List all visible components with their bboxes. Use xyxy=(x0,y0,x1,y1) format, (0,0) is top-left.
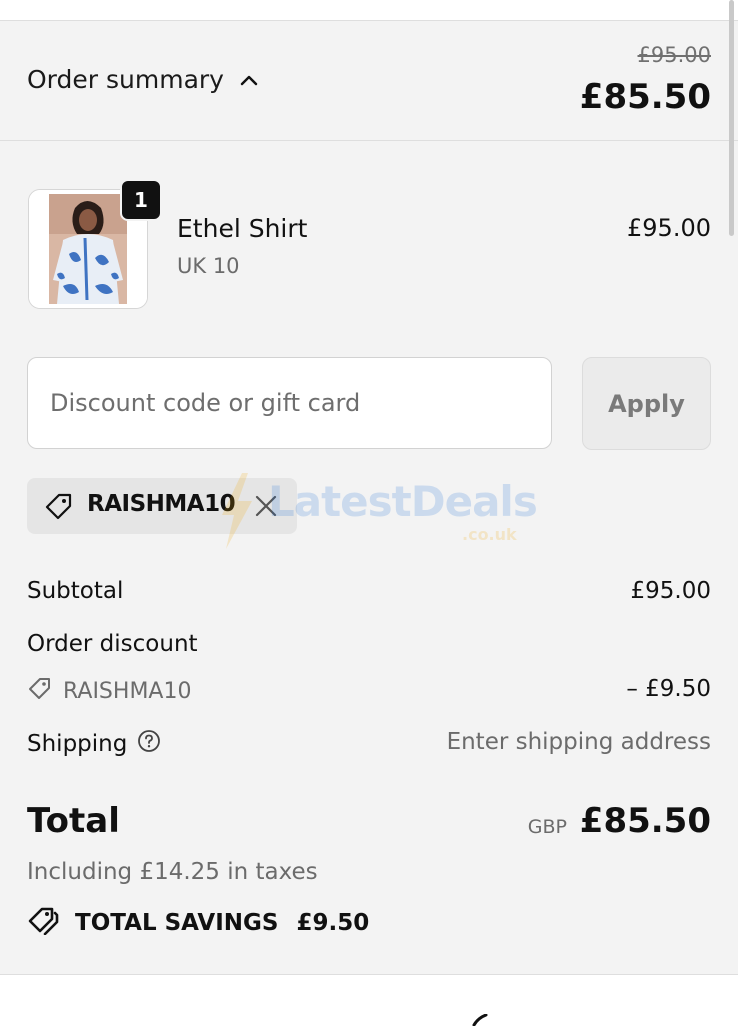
discount-code-input[interactable] xyxy=(27,357,552,449)
remove-discount-close-icon[interactable] xyxy=(253,493,279,519)
order-summary-panel: 1 Ethel Shirt UK 10 £95.00 Apply RAISHMA… xyxy=(0,141,738,975)
total-savings-label: TOTAL SAVINGS xyxy=(75,910,279,936)
tag-icon xyxy=(27,676,53,706)
quantity-badge: 1 xyxy=(120,179,162,221)
applied-discount-chip: RAISHMA10 xyxy=(27,478,297,534)
order-summary-header[interactable]: Order summary £95.00 £85.50 xyxy=(0,21,738,141)
apply-button[interactable]: Apply xyxy=(582,357,711,450)
original-total-price: £95.00 xyxy=(637,43,711,67)
checkout-content-below xyxy=(0,975,738,1027)
product-price: £95.00 xyxy=(627,214,711,242)
tags-icon xyxy=(27,905,61,941)
scrollbar[interactable] xyxy=(729,0,734,236)
discount-code-line: RAISHMA10 xyxy=(27,676,191,706)
subtotal-label: Subtotal xyxy=(27,578,124,604)
question-circle-icon[interactable] xyxy=(137,729,161,759)
taxes-note: Including £14.25 in taxes xyxy=(27,859,318,885)
total-label: Total xyxy=(27,801,120,841)
order-summary-toggle[interactable]: Order summary xyxy=(27,65,258,94)
watermark-brand: LatestDeals xyxy=(268,477,538,526)
total-savings-value: £9.50 xyxy=(296,910,370,936)
partial-logo-mark xyxy=(472,1011,488,1030)
page-top-strip xyxy=(0,0,738,21)
shipping-label-group: Shipping xyxy=(27,729,161,759)
total-value: £85.50 xyxy=(579,801,711,841)
tag-icon xyxy=(44,492,74,524)
discounted-total-price: £85.50 xyxy=(579,77,711,117)
product-name: Ethel Shirt xyxy=(177,214,308,243)
currency-code: GBP xyxy=(527,816,567,838)
shipping-label: Shipping xyxy=(27,731,128,757)
watermark-suffix: .co.uk xyxy=(462,525,517,544)
order-discount-label: Order discount xyxy=(27,631,198,657)
subtotal-value: £95.00 xyxy=(630,578,711,604)
discount-amount: – £9.50 xyxy=(626,676,711,702)
shipping-value: Enter shipping address xyxy=(446,729,711,755)
applied-discount-code: RAISHMA10 xyxy=(87,491,236,517)
order-summary-label: Order summary xyxy=(27,65,224,94)
discount-code-name: RAISHMA10 xyxy=(63,678,192,704)
chevron-up-icon xyxy=(240,74,258,86)
product-variant: UK 10 xyxy=(177,254,240,278)
total-savings: TOTAL SAVINGS £9.50 xyxy=(27,905,369,941)
